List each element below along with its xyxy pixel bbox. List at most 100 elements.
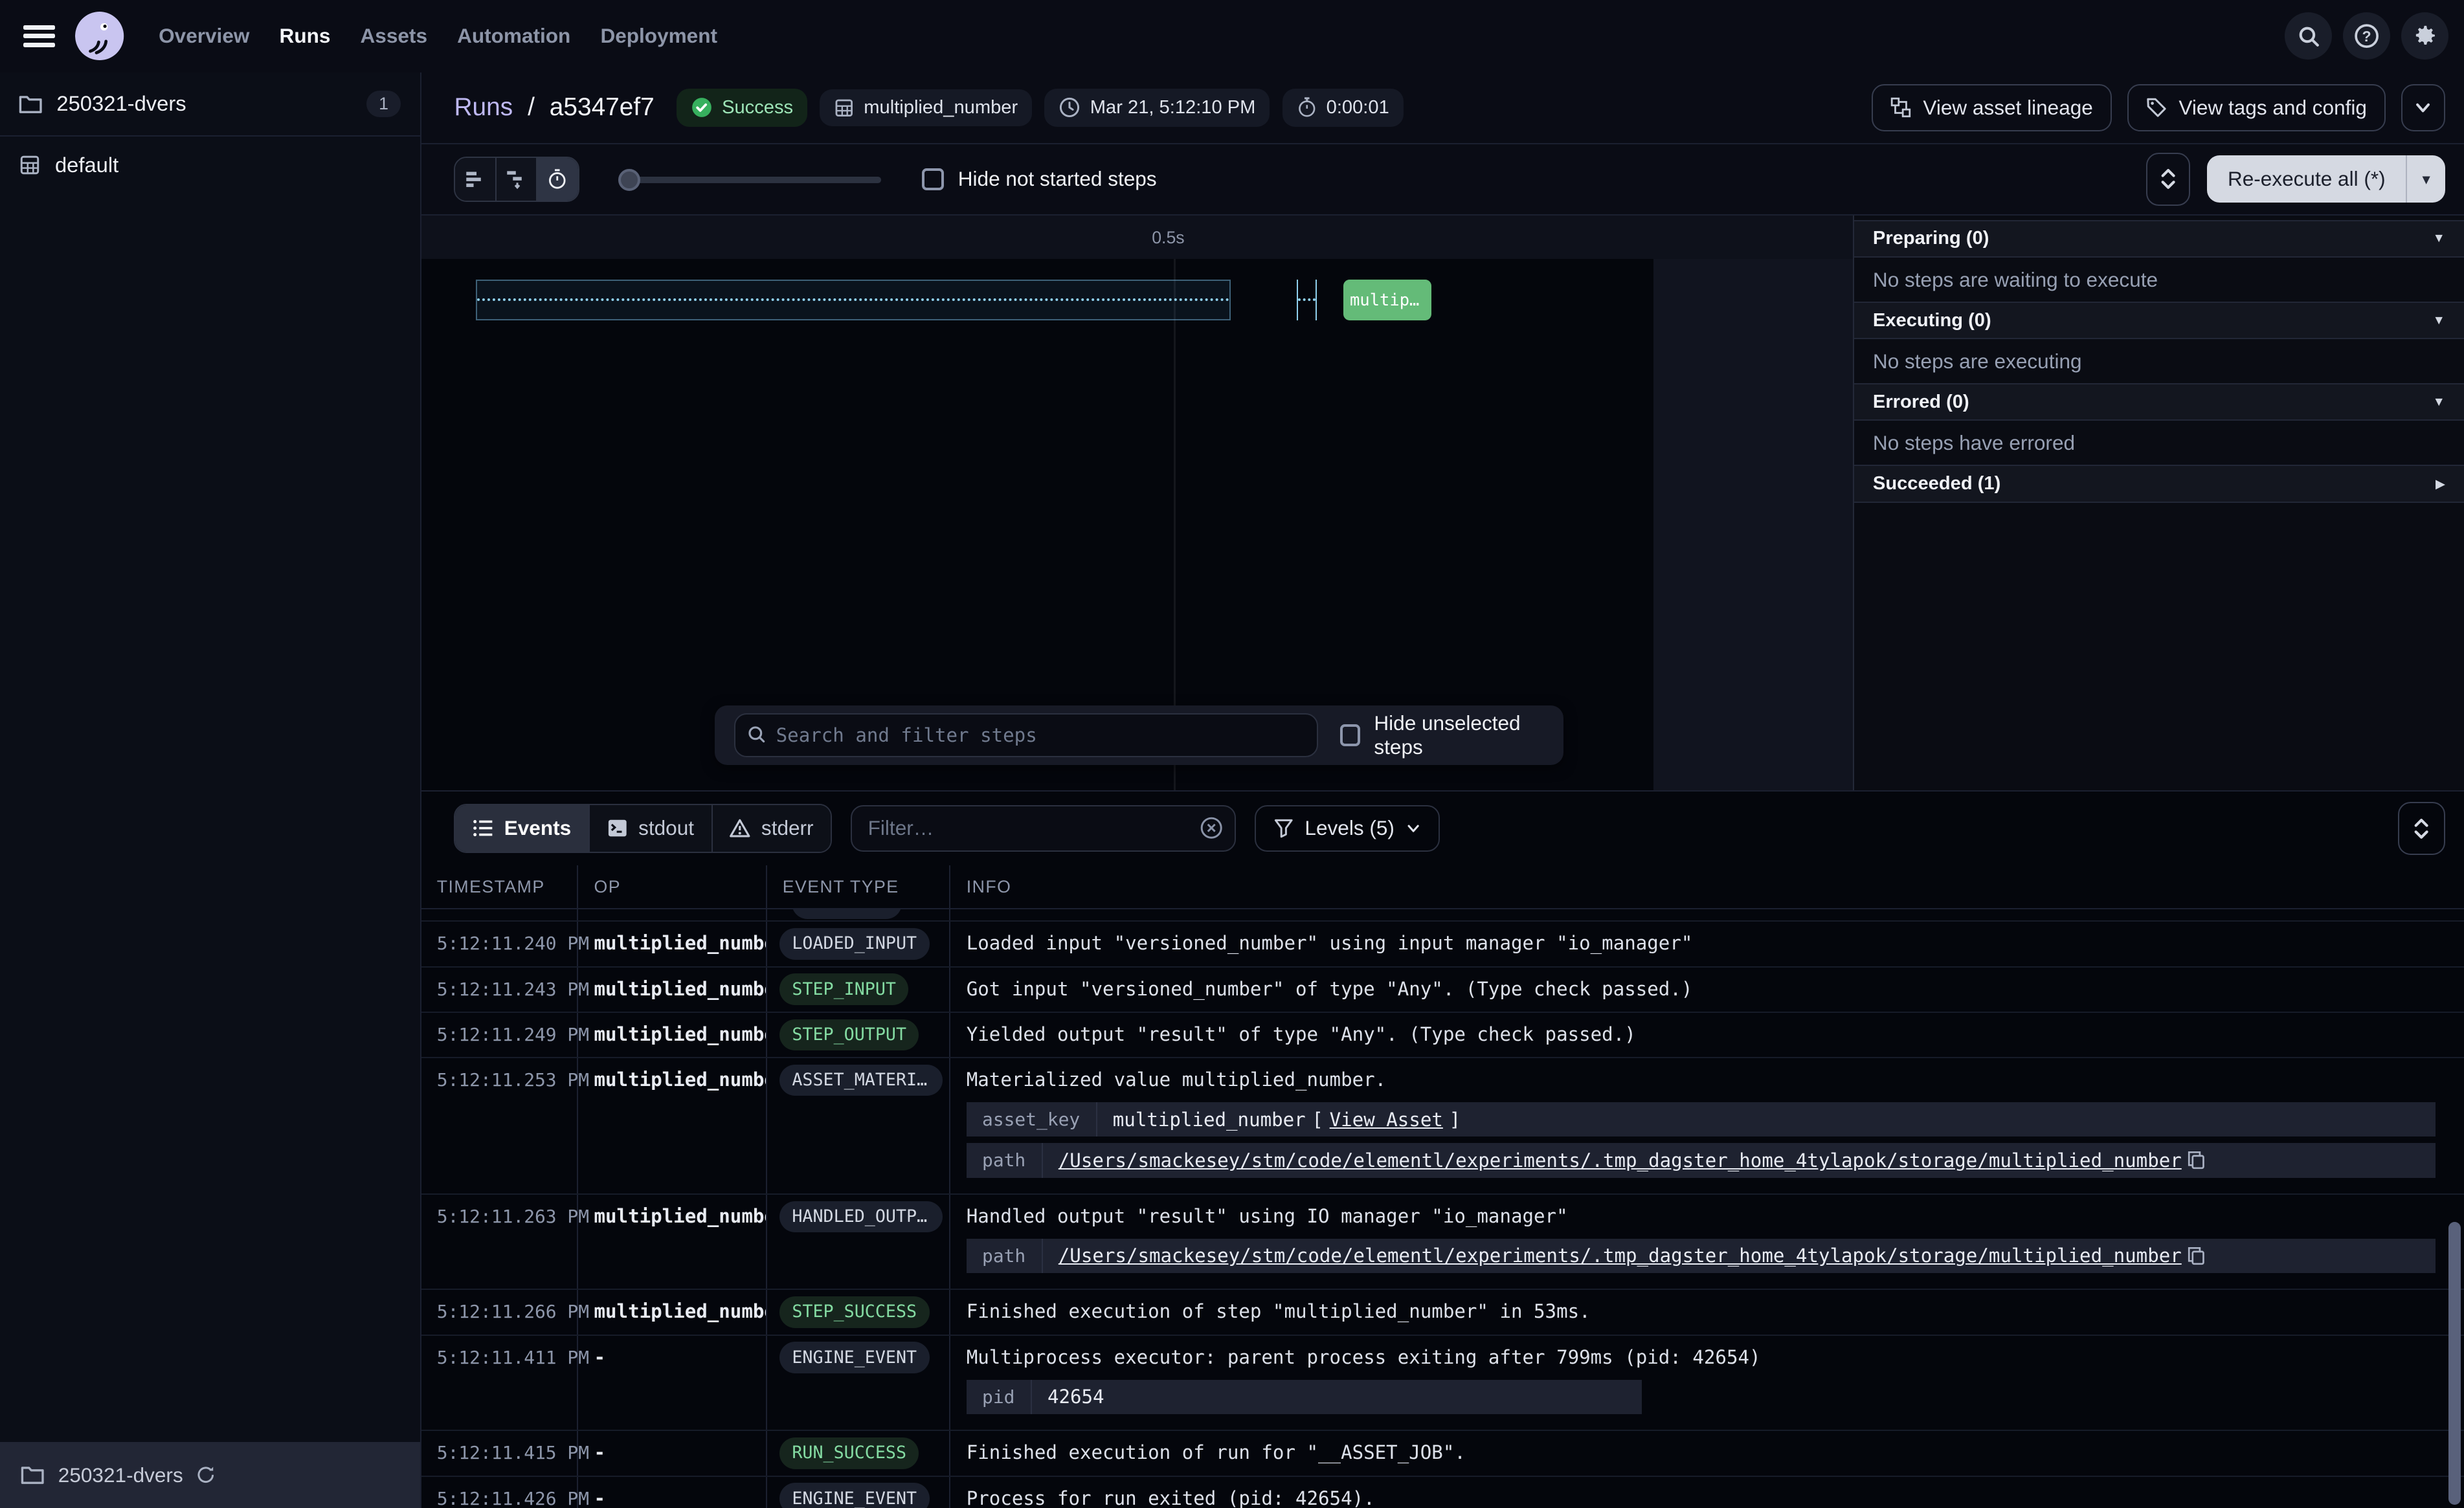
event-op: multiplied_number <box>578 1058 767 1193</box>
tab-events[interactable]: Events <box>455 805 589 852</box>
event-timestamp: 5:12:11.249 PM <box>421 1013 579 1057</box>
help-icon: ? <box>2353 23 2380 49</box>
slider-thumb[interactable] <box>618 169 640 191</box>
duration-label: 0:00:01 <box>1327 97 1389 118</box>
sidebar-job-default[interactable]: default <box>0 137 420 193</box>
search-button[interactable] <box>2285 12 2332 60</box>
reload-icon[interactable] <box>196 1465 216 1485</box>
levels-button[interactable]: Levels (5) <box>1255 805 1440 852</box>
sidebar-repo-row[interactable]: 250321-dvers 1 <box>0 72 420 137</box>
table-row[interactable]: 5:12:11.411 PM - ENGINE_EVENT Multiproce… <box>421 1336 2464 1432</box>
view-tags-config-label: View tags and config <box>2178 96 2367 120</box>
reexecute-all-button[interactable]: Re-execute all (*) <box>2207 155 2406 203</box>
table-row[interactable]: 5:12:11.243 PM multiplied_number STEP_IN… <box>421 968 2464 1013</box>
section-executing-body: No steps are executing <box>1854 339 2464 383</box>
sidebar-footer[interactable]: 250321-dvers <box>0 1442 420 1508</box>
clipped-chip <box>792 909 902 919</box>
gantt-zoom-slider[interactable] <box>618 158 880 201</box>
nav-item-assets[interactable]: Assets <box>361 24 427 48</box>
view-mode-timed-button[interactable] <box>537 158 578 201</box>
path-link[interactable]: /Users/smackesey/stm/code/elementl/exper… <box>1058 1245 2182 1267</box>
chevron-down-icon <box>2414 98 2432 117</box>
event-op: multiplied_number <box>578 922 767 966</box>
dagster-logo[interactable] <box>75 12 124 60</box>
event-type-chip: ENGINE_EVENT <box>779 1342 930 1373</box>
table-row[interactable]: 5:12:11.240 PM multiplied_number LOADED_… <box>421 922 2464 967</box>
expand-log-button[interactable] <box>2398 802 2445 856</box>
hide-not-started-checkbox[interactable]: Hide not started steps <box>922 167 1157 191</box>
expand-panel-button[interactable] <box>2146 153 2190 206</box>
event-timestamp: 5:12:11.240 PM <box>421 922 579 966</box>
reexecute-split-button: Re-execute all (*) ▾ <box>2207 155 2445 203</box>
section-preparing[interactable]: Preparing (0) ▼ <box>1854 220 2464 258</box>
event-timestamp: 5:12:11.243 PM <box>421 968 579 1012</box>
view-mode-waterfall-button[interactable] <box>497 158 537 201</box>
view-asset-lineage-label: View asset lineage <box>1923 96 2092 120</box>
copy-icon[interactable] <box>2188 1151 2205 1170</box>
funnel-icon <box>1273 818 1294 839</box>
gantt-step-bar[interactable]: multiplied_number <box>1343 280 1431 320</box>
event-op: multiplied_number <box>578 968 767 1012</box>
bracket-close: ] <box>1450 1109 1461 1131</box>
checkbox-icon <box>922 168 944 190</box>
metadata-value: 42654 <box>1047 1386 1104 1408</box>
event-info: Loaded input "versioned_number" using in… <box>967 922 2436 966</box>
main-nav: Overview Runs Assets Automation Deployme… <box>159 24 717 48</box>
step-search <box>734 713 1319 757</box>
event-op: multiplied_number <box>578 1290 767 1334</box>
run-meta-pills: Success multiplied_number Mar 21, 5:12:1… <box>677 89 1404 126</box>
clear-filter-icon[interactable] <box>1200 816 1223 839</box>
job-icon <box>19 154 41 176</box>
section-succeeded[interactable]: Succeeded (1) ▶ <box>1854 465 2464 502</box>
table-row[interactable]: 5:12:11.415 PM - RUN_SUCCESS Finished ex… <box>421 1431 2464 1476</box>
log-tabs: Events stdout stderr <box>454 804 832 854</box>
section-preparing-body: No steps are waiting to execute <box>1854 258 2464 302</box>
path-link[interactable]: /Users/smackesey/stm/code/elementl/exper… <box>1058 1149 2182 1171</box>
hide-unselected-checkbox[interactable]: Hide unselected steps <box>1340 711 1545 759</box>
event-list-icon <box>473 819 493 837</box>
warning-icon <box>730 819 750 837</box>
help-button[interactable]: ? <box>2343 12 2390 60</box>
section-title: Errored (0) <box>1873 392 1969 413</box>
event-op: - <box>578 1431 767 1475</box>
hamburger-menu-icon[interactable] <box>23 25 55 47</box>
gantt-tick-mark <box>1316 280 1317 320</box>
nav-item-runs[interactable]: Runs <box>280 24 331 48</box>
event-op: multiplied_number <box>578 1013 767 1057</box>
log-toolbar: Events stdout stderr <box>421 792 2464 865</box>
nav-item-deployment[interactable]: Deployment <box>600 24 717 48</box>
gantt-chart[interactable]: 0.5s multiplied_number <box>421 216 1853 790</box>
vertical-scrollbar[interactable] <box>2448 1222 2461 1505</box>
folder-icon <box>21 1465 44 1485</box>
step-search-input[interactable] <box>734 713 1319 757</box>
event-info: Finished execution of step "multiplied_n… <box>967 1290 2436 1334</box>
table-row[interactable]: 5:12:11.266 PM multiplied_number STEP_SU… <box>421 1290 2464 1335</box>
nav-item-automation[interactable]: Automation <box>457 24 570 48</box>
asset-tag[interactable]: multiplied_number <box>820 89 1032 126</box>
table-row[interactable]: 5:12:11.263 PM multiplied_number HANDLED… <box>421 1195 2464 1291</box>
gantt-toolbar: Hide not started steps Re-execute all (*… <box>421 144 2464 215</box>
start-time-pill: Mar 21, 5:12:10 PM <box>1044 89 1270 126</box>
col-header-event-type: EVENT TYPE <box>767 865 951 908</box>
tab-stderr[interactable]: stderr <box>713 805 831 852</box>
table-row[interactable]: 5:12:11.253 PM multiplied_number ASSET_M… <box>421 1058 2464 1195</box>
tab-events-label: Events <box>504 816 571 840</box>
table-row[interactable]: 5:12:11.426 PM - ENGINE_EVENT Process fo… <box>421 1477 2464 1508</box>
run-header-more-button[interactable] <box>2401 84 2445 131</box>
log-filter-input[interactable] <box>851 805 1236 852</box>
event-metadata-table: path /Users/smackesey/stm/code/elementl/… <box>967 1239 2436 1273</box>
view-tags-config-button[interactable]: View tags and config <box>2127 84 2386 131</box>
view-asset-lineage-button[interactable]: View asset lineage <box>1872 84 2112 131</box>
nav-item-overview[interactable]: Overview <box>159 24 249 48</box>
search-icon <box>2297 25 2320 48</box>
table-row[interactable]: 5:12:11.249 PM multiplied_number STEP_OU… <box>421 1013 2464 1058</box>
tab-stdout[interactable]: stdout <box>590 805 713 852</box>
settings-button[interactable] <box>2401 12 2448 60</box>
section-executing[interactable]: Executing (0) ▼ <box>1854 302 2464 339</box>
copy-icon[interactable] <box>2188 1247 2205 1265</box>
view-asset-link[interactable]: View Asset <box>1330 1109 1443 1131</box>
reexecute-dropdown-button[interactable]: ▾ <box>2406 155 2445 203</box>
view-mode-flat-button[interactable] <box>455 158 496 201</box>
breadcrumb-runs-link[interactable]: Runs <box>454 93 513 121</box>
section-errored[interactable]: Errored (0) ▼ <box>1854 383 2464 421</box>
